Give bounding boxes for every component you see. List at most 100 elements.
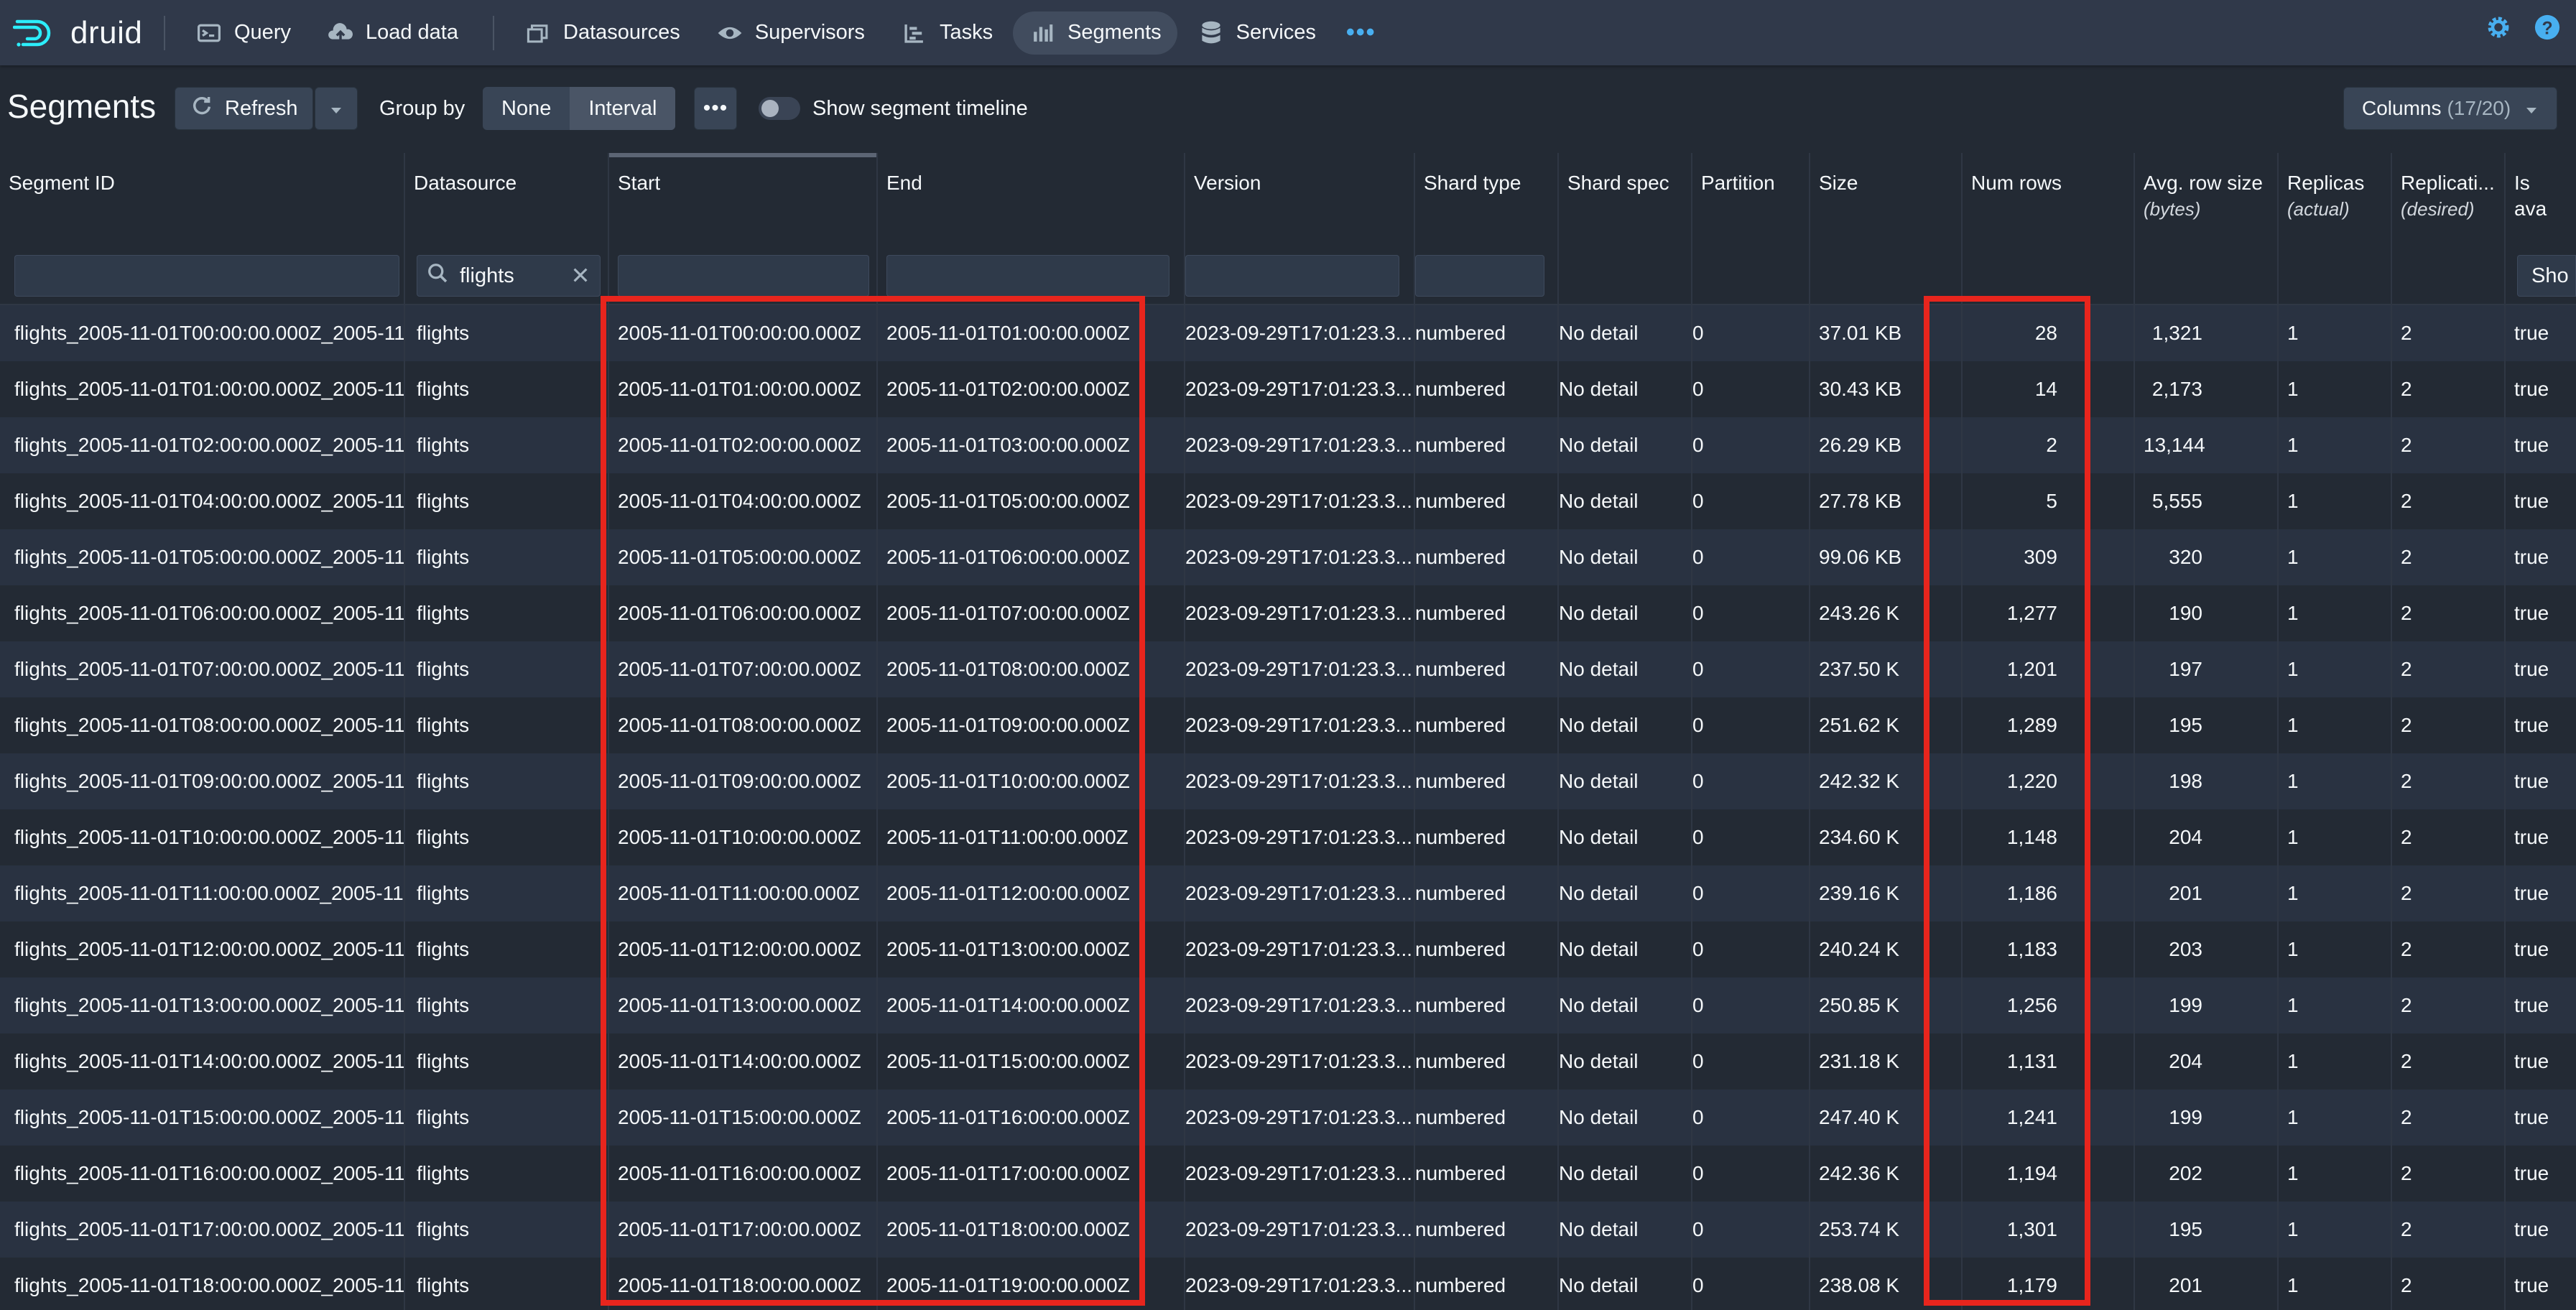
end-filter-input[interactable] <box>886 255 1169 297</box>
columns-picker-button[interactable]: Columns (17/20) <box>2343 87 2557 130</box>
column-divider <box>1961 153 1963 1310</box>
shard-type-filter-input[interactable] <box>1415 255 1544 297</box>
column-divider <box>404 153 405 1310</box>
cell-shard-spec: No detail <box>1559 826 1639 848</box>
header-partition[interactable]: Partition <box>1692 153 1810 233</box>
clear-filter-icon[interactable] <box>570 265 590 291</box>
cell-replicas: 1 <box>2287 1274 2299 1296</box>
cell-shard-type: numbered <box>1415 882 1506 904</box>
header-replication[interactable]: Replicati... (desired) <box>2392 153 2506 233</box>
table-row[interactable]: flights_2005-11-01T16:00:00.000Z_2005-11… <box>0 1146 2576 1202</box>
version-filter-input[interactable] <box>1185 255 1399 297</box>
cell-replicas: 1 <box>2287 1162 2299 1184</box>
cell-is-available: true <box>2514 882 2549 904</box>
page-title: Segments <box>7 88 157 125</box>
cell-partition: 0 <box>1692 490 1704 512</box>
cell-datasource: flights <box>417 882 470 904</box>
nav-services-label: Services <box>1236 21 1316 44</box>
table-row[interactable]: flights_2005-11-01T08:00:00.000Z_2005-11… <box>0 697 2576 753</box>
cell-num-rows: 5 <box>2046 490 2057 512</box>
nav-tasks[interactable]: Tasks <box>885 11 1009 55</box>
cell-replication: 2 <box>2401 994 2412 1016</box>
header-shard-spec[interactable]: Shard spec <box>1559 153 1692 233</box>
header-is-available[interactable]: Is ava <box>2506 153 2576 233</box>
table-row[interactable]: flights_2005-11-01T01:00:00.000Z_2005-11… <box>0 361 2576 417</box>
cell-size: 242.32 KB <box>1819 770 1901 792</box>
nav-segments[interactable]: Segments <box>1013 11 1177 55</box>
refresh-button[interactable]: Refresh <box>175 87 313 130</box>
cell-version: 2023-09-29T17:01:23.3... <box>1185 1050 1413 1072</box>
header-size[interactable]: Size <box>1810 153 1963 233</box>
cell-segment-id: flights_2005-11-01T04:00:00.000Z_2005-11… <box>14 490 404 512</box>
cell-end: 2005-11-01T14:00:00.000Z <box>886 994 1130 1016</box>
group-by-none-button[interactable]: None <box>483 87 570 130</box>
columns-count: (17/20) <box>2447 97 2511 119</box>
header-num-rows[interactable]: Num rows <box>1963 153 2135 233</box>
table-row[interactable]: flights_2005-11-01T17:00:00.000Z_2005-11… <box>0 1202 2576 1258</box>
table-row[interactable]: flights_2005-11-01T02:00:00.000Z_2005-11… <box>0 417 2576 473</box>
cell-end: 2005-11-01T06:00:00.000Z <box>886 546 1130 568</box>
cell-num-rows: 1,289 <box>2006 714 2057 736</box>
cell-datasource: flights <box>417 1106 470 1128</box>
cell-segment-id: flights_2005-11-01T14:00:00.000Z_2005-11… <box>14 1050 404 1072</box>
cell-version: 2023-09-29T17:01:23.3... <box>1185 490 1413 512</box>
table-row[interactable]: flights_2005-11-01T05:00:00.000Z_2005-11… <box>0 529 2576 585</box>
nav-divider <box>164 15 165 50</box>
help-icon[interactable]: ? <box>2533 13 2562 42</box>
caret-down-icon <box>330 97 343 121</box>
nav-more-button[interactable]: ••• <box>1346 19 1376 47</box>
cell-start: 2005-11-01T17:00:00.000Z <box>618 1218 861 1240</box>
table-row[interactable]: flights_2005-11-01T04:00:00.000Z_2005-11… <box>0 473 2576 529</box>
cell-replicas: 1 <box>2287 434 2299 456</box>
table-row[interactable]: flights_2005-11-01T10:00:00.000Z_2005-11… <box>0 809 2576 865</box>
table-row[interactable]: flights_2005-11-01T06:00:00.000Z_2005-11… <box>0 585 2576 641</box>
refresh-options-button[interactable] <box>315 87 358 130</box>
nav-load-data[interactable]: Load data <box>311 11 474 55</box>
cell-end: 2005-11-01T17:00:00.000Z <box>886 1162 1130 1184</box>
header-replicas[interactable]: Replicas (actual) <box>2279 153 2392 233</box>
table-row[interactable]: flights_2005-11-01T07:00:00.000Z_2005-11… <box>0 641 2576 697</box>
table-row[interactable]: flights_2005-11-01T00:00:00.000Z_2005-11… <box>0 305 2576 361</box>
header-segment-id[interactable]: Segment ID <box>0 153 405 233</box>
is-available-filter-select[interactable]: Sho <box>2517 255 2576 297</box>
toggle-knob <box>761 100 779 117</box>
cell-size: 253.74 KB <box>1819 1218 1901 1240</box>
datasource-filter-input[interactable]: flights <box>417 255 601 297</box>
table-row[interactable]: flights_2005-11-01T18:00:00.000Z_2005-11… <box>0 1258 2576 1310</box>
cell-datasource: flights <box>417 770 470 792</box>
table-row[interactable]: flights_2005-11-01T14:00:00.000Z_2005-11… <box>0 1033 2576 1090</box>
table-row[interactable]: flights_2005-11-01T11:00:00.000Z_2005-11… <box>0 865 2576 921</box>
nav-datasources[interactable]: Datasources <box>509 11 696 55</box>
table-row[interactable]: flights_2005-11-01T13:00:00.000Z_2005-11… <box>0 977 2576 1033</box>
nav-query[interactable]: Query <box>180 11 307 55</box>
cell-avg-row-size: 201 <box>2169 882 2202 904</box>
cell-segment-id: flights_2005-11-01T15:00:00.000Z_2005-11… <box>14 1106 404 1128</box>
cell-size: 250.85 KB <box>1819 994 1901 1016</box>
gear-icon[interactable] <box>2484 13 2513 42</box>
header-shard-type[interactable]: Shard type <box>1415 153 1559 233</box>
header-avg-row-size[interactable]: Avg. row size (bytes) <box>2135 153 2279 233</box>
cell-replicas: 1 <box>2287 658 2299 680</box>
start-filter-input[interactable] <box>618 255 869 297</box>
nav-services[interactable]: Services <box>1182 11 1332 55</box>
segment-timeline-toggle[interactable] <box>759 97 800 120</box>
segment-id-filter-input[interactable] <box>14 255 399 297</box>
table-row[interactable]: flights_2005-11-01T15:00:00.000Z_2005-11… <box>0 1090 2576 1146</box>
cell-num-rows: 1,241 <box>2006 1106 2057 1128</box>
nav-right: ? <box>2484 13 2562 42</box>
table-row[interactable]: flights_2005-11-01T09:00:00.000Z_2005-11… <box>0 753 2576 809</box>
header-end[interactable]: End <box>878 153 1185 233</box>
table-row[interactable]: flights_2005-11-01T12:00:00.000Z_2005-11… <box>0 921 2576 977</box>
cell-start: 2005-11-01T12:00:00.000Z <box>618 938 861 960</box>
group-by-interval-button[interactable]: Interval <box>570 87 676 130</box>
cell-avg-row-size: 203 <box>2169 938 2202 960</box>
cell-shard-spec: No detail <box>1559 602 1639 624</box>
header-start[interactable]: Start <box>609 153 878 233</box>
header-version[interactable]: Version <box>1185 153 1415 233</box>
nav-supervisors[interactable]: Supervisors <box>700 11 881 55</box>
druid-logo[interactable]: druid <box>13 15 149 51</box>
cell-shard-spec: No detail <box>1559 378 1639 400</box>
more-actions-button[interactable]: ••• <box>694 87 737 130</box>
header-datasource[interactable]: Datasource <box>405 153 609 233</box>
cell-partition: 0 <box>1692 602 1704 624</box>
